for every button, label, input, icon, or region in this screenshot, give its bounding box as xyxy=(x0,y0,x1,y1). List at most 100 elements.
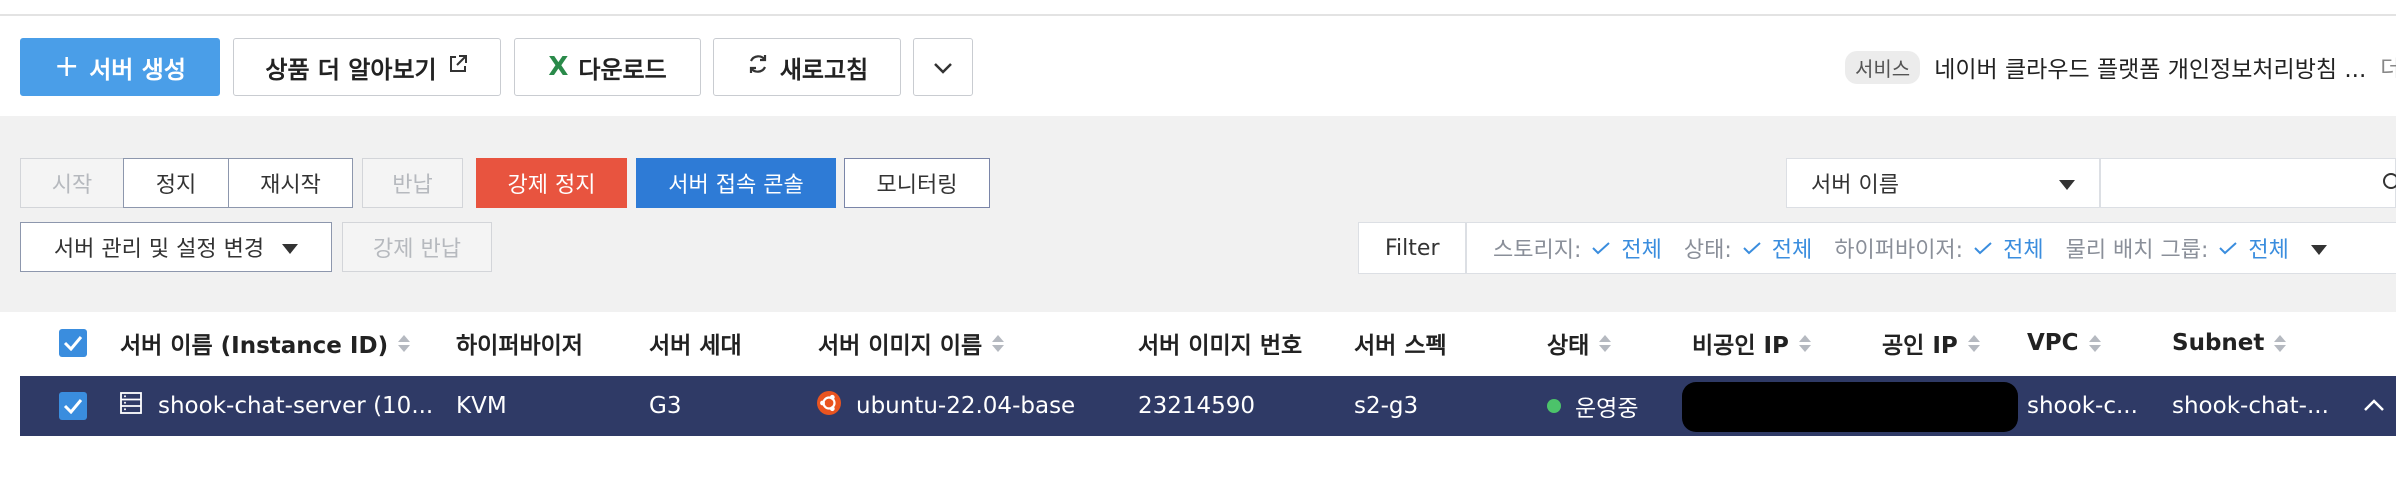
server-name-text: shook-chat-server (10... xyxy=(158,393,434,419)
hypervisor-text: KVM xyxy=(456,393,507,419)
row-checkbox[interactable] xyxy=(59,392,87,420)
cell-hypervisor: KVM xyxy=(456,376,507,436)
column-header-vpc[interactable]: VPC xyxy=(2027,318,2101,368)
column-header-status[interactable]: 상태 xyxy=(1547,318,1612,368)
more-dropdown-button[interactable] xyxy=(913,38,973,96)
force-return-button[interactable]: 강제 반납 xyxy=(342,222,492,272)
column-header-status-label: 상태 xyxy=(1547,333,1590,359)
monitoring-label: 모니터링 xyxy=(876,173,958,198)
column-header-hypervisor: 하이퍼바이저 xyxy=(456,318,583,368)
column-header-subnet-label: Subnet xyxy=(2172,330,2265,356)
plus-icon: + xyxy=(54,49,80,84)
sort-icon xyxy=(2088,334,2101,352)
notice-more-link[interactable]: 더보 xyxy=(2380,51,2396,83)
storage-filter-label: 스토리지: xyxy=(1492,238,1582,263)
download-button[interactable]: X 다운로드 xyxy=(514,38,701,96)
select-all-checkbox[interactable] xyxy=(59,329,87,357)
spec-text: s2-g3 xyxy=(1354,393,1419,419)
sort-icon xyxy=(398,334,411,352)
sort-icon xyxy=(1798,334,1811,352)
cell-generation: G3 xyxy=(649,376,681,436)
placement-filter-value: 전체 xyxy=(2248,238,2289,263)
column-header-image-name[interactable]: 서버 이미지 이름 xyxy=(818,318,1005,368)
search-input[interactable] xyxy=(2100,158,2396,208)
hypervisor-filter-value: 전체 xyxy=(2003,238,2044,263)
cell-server-name[interactable]: shook-chat-server (10... xyxy=(118,376,433,436)
cell-status: 운영중 xyxy=(1547,376,1638,436)
action-toolbar xyxy=(0,116,2396,312)
column-header-name-label: 서버 이름 (Instance ID) xyxy=(120,333,389,359)
filter-label[interactable]: Filter xyxy=(1359,236,1465,261)
subnet-text: shook-chat-... xyxy=(2172,393,2329,419)
status-dot xyxy=(1547,399,1561,413)
check-icon xyxy=(63,336,83,351)
start-button[interactable]: 시작 xyxy=(20,158,124,208)
hypervisor-filter[interactable]: 전체 xyxy=(1973,232,2044,264)
hypervisor-filter-label: 하이퍼바이저: xyxy=(1834,238,1964,263)
cell-subnet[interactable]: shook-chat-... xyxy=(2172,376,2329,436)
force-stop-button[interactable]: 강제 정지 xyxy=(476,158,627,208)
server-manage-dropdown[interactable]: 서버 관리 및 설정 변경 xyxy=(20,222,332,272)
create-server-button[interactable]: + 서버 생성 xyxy=(20,38,220,96)
column-header-vpc-label: VPC xyxy=(2027,330,2079,356)
column-header-generation: 서버 세대 xyxy=(649,318,742,368)
check-icon xyxy=(63,399,83,414)
sort-icon xyxy=(1599,334,1612,352)
console-label: 서버 접속 콘솔 xyxy=(668,173,804,198)
column-header-name[interactable]: 서버 이름 (Instance ID) xyxy=(120,318,411,368)
cell-vpc[interactable]: shook-c... xyxy=(2027,376,2138,436)
generation-text: G3 xyxy=(649,393,682,419)
search-icon[interactable] xyxy=(2381,171,2396,199)
chevron-down-icon xyxy=(932,53,954,81)
storage-filter[interactable]: 전체 xyxy=(1591,232,1662,264)
column-header-public-ip[interactable]: 공인 IP xyxy=(1882,318,1980,368)
monitoring-button[interactable]: 모니터링 xyxy=(844,158,990,208)
placement-filter[interactable]: 전체 xyxy=(2218,232,2289,264)
status-filter[interactable]: 전체 xyxy=(1742,232,1812,264)
force-return-label: 강제 반납 xyxy=(373,237,461,262)
placement-filter-label: 물리 배치 그룹: xyxy=(2065,238,2209,263)
refresh-icon xyxy=(746,52,770,82)
stop-label: 정지 xyxy=(155,173,197,198)
filter-expand-icon[interactable] xyxy=(2310,236,2327,261)
cell-image-name: ubuntu-22.04-base xyxy=(816,376,1075,436)
status-filter-label: 상태: xyxy=(1683,238,1732,263)
ubuntu-icon xyxy=(816,390,842,422)
image-no-text: 23214590 xyxy=(1138,393,1256,419)
notice-bar[interactable]: 서비스 네이버 클라우드 플랫폼 개인정보처리방침 ... 더보 xyxy=(1845,50,2396,84)
return-label: 반납 xyxy=(392,173,433,198)
sort-icon xyxy=(2274,334,2287,352)
column-header-hypervisor-label: 하이퍼바이저 xyxy=(456,333,583,359)
search-field-select[interactable]: 서버 이름 xyxy=(1786,158,2100,208)
column-header-spec: 서버 스펙 xyxy=(1354,318,1447,368)
server-icon xyxy=(118,390,144,422)
refresh-button[interactable]: 새로고침 xyxy=(713,38,901,96)
status-filter-value: 전체 xyxy=(1771,238,1813,263)
column-header-private-ip[interactable]: 비공인 IP xyxy=(1692,318,1811,368)
column-header-generation-label: 서버 세대 xyxy=(649,333,742,359)
sort-icon xyxy=(1967,334,1980,352)
search-field-label: 서버 이름 xyxy=(1811,173,1899,198)
vpc-text: shook-c... xyxy=(2027,393,2138,419)
storage-filter-value: 전체 xyxy=(1621,238,1662,263)
check-icon xyxy=(1974,242,1992,255)
image-name-text: ubuntu-22.04-base xyxy=(856,393,1076,419)
external-link-icon xyxy=(447,53,469,81)
restart-button[interactable]: 재시작 xyxy=(228,158,353,208)
learn-more-button[interactable]: 상품 더 알아보기 xyxy=(233,38,501,96)
console-button[interactable]: 서버 접속 콘솔 xyxy=(636,158,836,208)
column-header-image-no: 서버 이미지 번호 xyxy=(1138,318,1302,368)
restart-label: 재시작 xyxy=(260,173,321,198)
column-header-private-ip-label: 비공인 IP xyxy=(1692,333,1789,359)
start-label: 시작 xyxy=(51,173,93,198)
return-button[interactable]: 반납 xyxy=(362,158,463,208)
collapse-icon[interactable] xyxy=(2362,397,2386,417)
cell-image-no: 23214590 xyxy=(1138,376,1255,436)
redacted-ip-mask xyxy=(1682,382,2018,432)
column-header-subnet[interactable]: Subnet xyxy=(2172,318,2287,368)
stop-button[interactable]: 정지 xyxy=(123,158,229,208)
column-header-image-no-label: 서버 이미지 번호 xyxy=(1138,333,1303,359)
sort-icon xyxy=(992,334,1005,352)
download-label: 다운로드 xyxy=(578,55,667,84)
notice-text[interactable]: 네이버 클라우드 플랫폼 개인정보처리방침 ... xyxy=(1934,50,2366,84)
